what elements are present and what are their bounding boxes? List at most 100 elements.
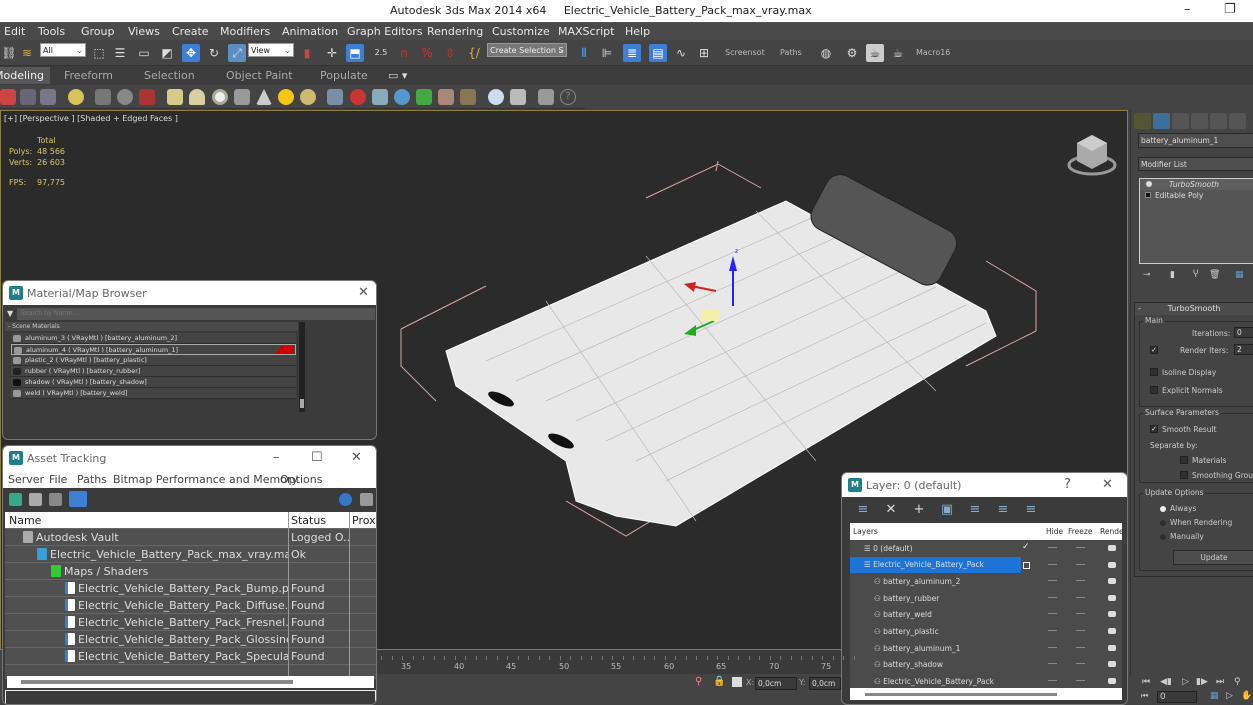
particle-icon[interactable] <box>394 89 410 105</box>
sun-icon[interactable] <box>278 89 294 105</box>
hide-toggle[interactable] <box>1048 580 1057 582</box>
bind-space-warp-icon[interactable]: ≋ <box>18 44 36 62</box>
material-item[interactable]: plastic_2 ( VRayMtl ) [battery_plastic] <box>11 355 296 366</box>
menu-graph-editors[interactable]: Graph Editors <box>347 25 423 38</box>
y-coordinate-field[interactable]: 0,0cm <box>809 677 841 690</box>
snaps-toggle-icon[interactable]: 2.5 <box>372 44 390 62</box>
render-iters-checkbox[interactable]: ✓ <box>1150 346 1158 354</box>
hide-toggle[interactable] <box>1048 547 1057 548</box>
gizmo-plane-handle[interactable] <box>701 309 719 321</box>
refresh-icon[interactable] <box>9 493 22 506</box>
menu-server[interactable]: Server <box>8 473 44 486</box>
render-teapot-icon[interactable] <box>1108 561 1116 568</box>
table-view-icon[interactable] <box>69 491 87 507</box>
menu-animation[interactable]: Animation <box>282 25 338 38</box>
help-icon[interactable] <box>339 493 352 506</box>
column-status[interactable]: Status <box>289 514 349 527</box>
column-name[interactable]: Name <box>5 514 288 529</box>
freeze-toggle[interactable] <box>1076 563 1085 565</box>
table-row[interactable]: Maps / Shaders <box>5 563 376 580</box>
tab-modeling[interactable]: Modeling <box>0 67 51 84</box>
scrollbar-thumb[interactable] <box>865 693 1057 696</box>
fur-icon[interactable] <box>327 89 343 105</box>
display-tab-icon[interactable] <box>1210 113 1227 129</box>
material-browser-titlebar[interactable]: M Material/Map Browser ✕ <box>3 281 376 305</box>
create-layer-icon[interactable]: ≡ <box>856 502 870 517</box>
close-icon[interactable]: ✕ <box>351 450 362 465</box>
object-row[interactable]: ⚇ battery_weld <box>850 606 1122 623</box>
column-render[interactable]: Rende <box>1100 527 1124 536</box>
freeze-toggle[interactable] <box>1076 646 1085 648</box>
help-icon[interactable]: ? <box>560 89 576 105</box>
menu-modifiers[interactable]: Modifiers <box>220 25 270 38</box>
select-scale-icon[interactable]: ⤢ <box>228 44 246 62</box>
search-options-icon[interactable]: ▼ <box>7 309 13 318</box>
select-rotate-icon[interactable]: ↻ <box>205 44 223 62</box>
material-search-input[interactable] <box>17 308 375 320</box>
modify-tab-icon[interactable] <box>1153 113 1170 129</box>
light-lister-icon[interactable] <box>68 89 84 105</box>
scrollbar-thumb[interactable] <box>21 680 293 684</box>
layer-manager-titlebar[interactable]: M Layer: 0 (default) ? ✕ <box>842 473 1127 497</box>
viewport-label[interactable]: [+] [Perspective ] [Shaded + Edged Faces… <box>4 114 178 123</box>
maximize-button[interactable]: ☐ <box>311 450 323 465</box>
layer-row[interactable]: ☰ 0 (default) ✓ <box>850 540 1122 557</box>
material-item[interactable]: rubber ( VRayMtl ) [battery_rubber] <box>11 366 296 377</box>
delete-layer-icon[interactable]: ✕ <box>884 502 898 517</box>
hide-toggle[interactable] <box>1048 563 1057 565</box>
angle-snap-icon[interactable]: ∩ <box>395 44 413 62</box>
ies-light-icon[interactable] <box>300 89 316 105</box>
timeline-track[interactable]: 35 40 45 50 55 60 65 70 75 <box>377 650 855 674</box>
manipulate-icon[interactable]: ✛ <box>323 44 341 62</box>
align-icon[interactable]: ⊫ <box>598 44 616 62</box>
bulb-icon[interactable] <box>1146 181 1152 187</box>
reference-coord-dropdown[interactable]: View ⌄ <box>248 43 294 57</box>
freeze-toggle[interactable] <box>1076 596 1085 598</box>
update-always-radio[interactable] <box>1160 506 1166 512</box>
current-frame-field[interactable]: 0 <box>1157 691 1197 703</box>
render-teapot-icon[interactable] <box>1108 594 1116 601</box>
render-setup-icon[interactable]: ⚙ <box>843 44 861 62</box>
remove-modifier-icon[interactable]: 🗑 <box>1209 270 1220 280</box>
modifier-stack-item[interactable]: Editable Poly <box>1140 190 1253 201</box>
teapot-icon[interactable] <box>234 89 250 105</box>
vault-help-icon[interactable] <box>360 493 373 506</box>
paths-button[interactable]: Paths <box>780 48 802 57</box>
hair-icon[interactable] <box>438 89 454 105</box>
freeze-toggle[interactable] <box>1076 547 1085 548</box>
table-row[interactable]: Electric_Vehicle_Battery_Pack_Glossiness… <box>5 631 376 648</box>
isoline-display-checkbox[interactable] <box>1150 368 1158 376</box>
cone-light-icon[interactable] <box>256 89 272 105</box>
materials-checkbox[interactable] <box>1180 456 1188 464</box>
column-hide[interactable]: Hide <box>1046 527 1063 536</box>
sphere-light-icon[interactable] <box>212 89 228 105</box>
material-item[interactable]: weld ( VRayMtl ) [battery_weld] <box>11 388 296 399</box>
hide-toggle[interactable] <box>1048 663 1057 665</box>
add-to-layer-icon[interactable]: + <box>912 502 926 517</box>
menu-customize[interactable]: Customize <box>492 25 550 38</box>
column-freeze[interactable]: Freeze <box>1068 527 1092 536</box>
spinner-snap-icon[interactable]: ⇳ <box>441 44 459 62</box>
select-by-name-icon[interactable]: ☰ <box>111 44 129 62</box>
list-view-icon[interactable] <box>29 493 42 506</box>
render-teapot-icon[interactable] <box>1108 611 1116 618</box>
rollout-header[interactable]: - TurboSmooth <box>1135 303 1253 315</box>
highlight-layer-icon[interactable]: ≡ <box>968 502 982 517</box>
camera-icon[interactable] <box>95 89 111 105</box>
select-object-icon[interactable]: ⬚ <box>90 44 108 62</box>
table-row[interactable]: Electric_Vehicle_Battery_Pack_Diffuse.pn… <box>5 597 376 614</box>
asset-path-field[interactable] <box>5 690 376 704</box>
asset-tracking-titlebar[interactable]: M Asset Tracking – ☐ ✕ <box>3 446 376 470</box>
modifier-list-dropdown[interactable]: Modifier List <box>1138 157 1253 171</box>
frame-buffer-icon[interactable] <box>538 89 554 105</box>
key-mode-icon[interactable]: ⚲ <box>1234 677 1241 687</box>
minimize-button[interactable]: – <box>273 450 280 465</box>
detail-view-icon[interactable] <box>49 493 62 506</box>
hide-toggle[interactable] <box>1048 596 1057 598</box>
object-row[interactable]: ⚇ battery_rubber <box>850 589 1122 607</box>
menu-options[interactable]: Options <box>280 473 322 486</box>
menu-rendering[interactable]: Rendering <box>427 25 483 38</box>
screenshot-button[interactable]: Screensot <box>725 48 765 57</box>
layer-table-scrollbar[interactable] <box>850 688 1122 700</box>
go-to-end-icon[interactable]: ⏭ <box>1216 677 1224 687</box>
